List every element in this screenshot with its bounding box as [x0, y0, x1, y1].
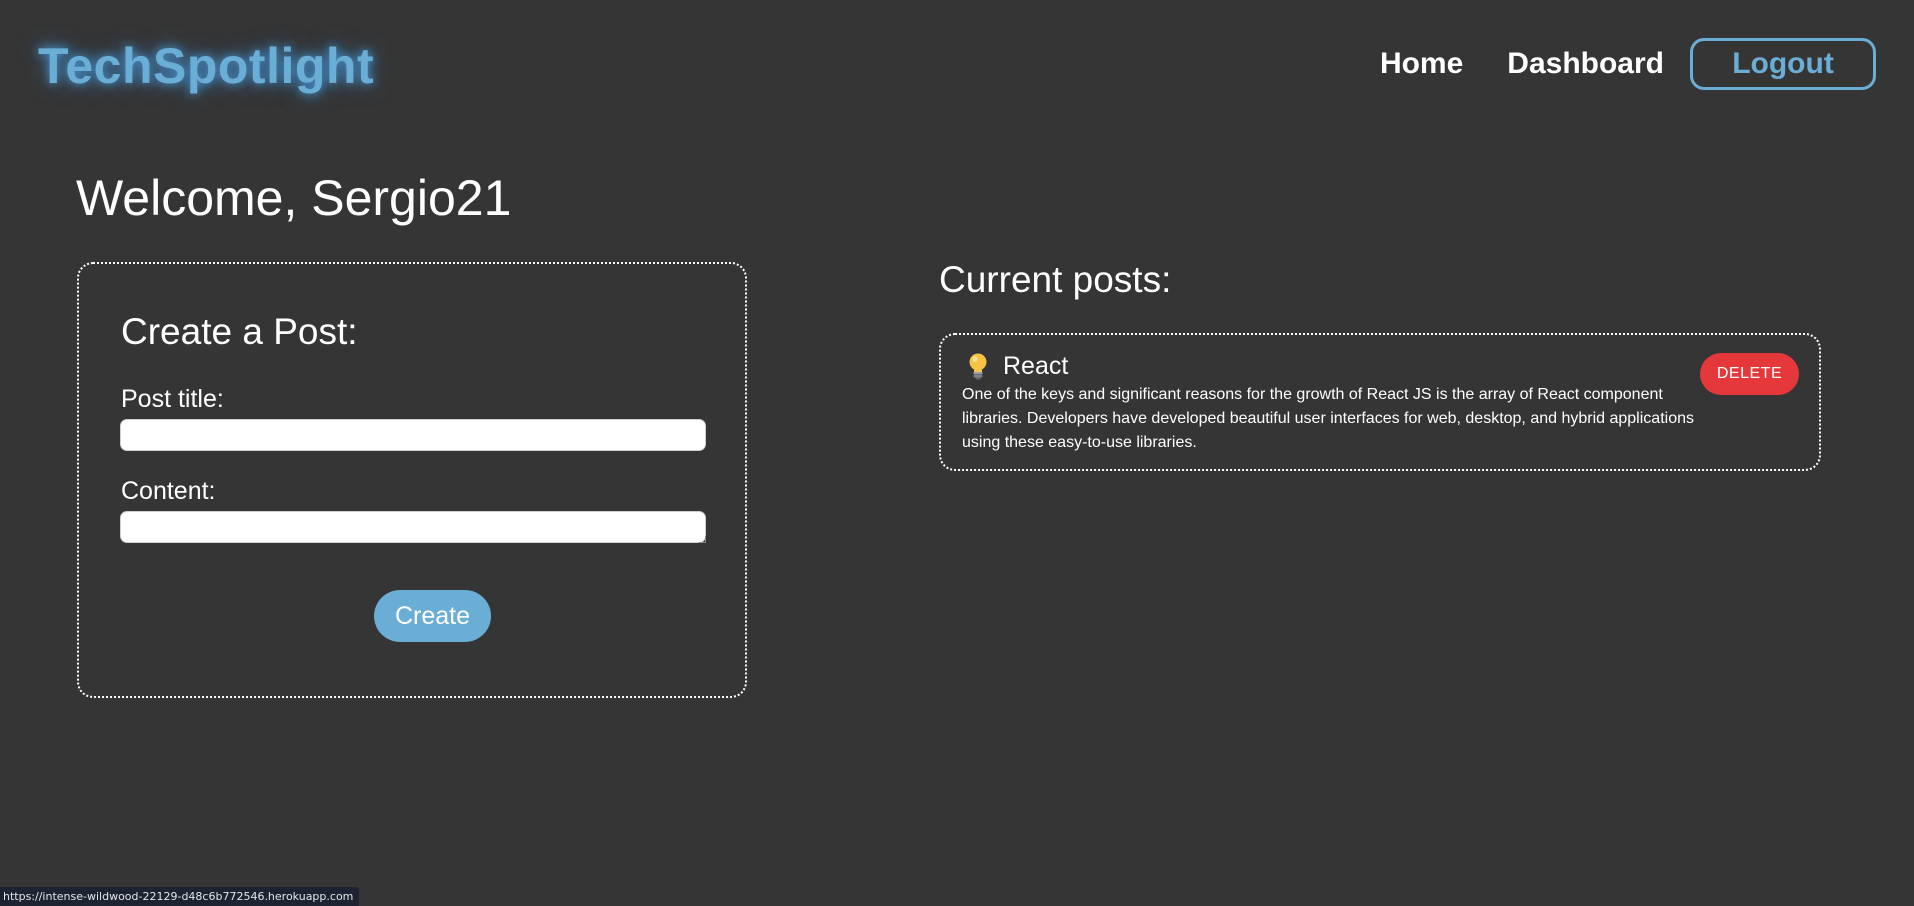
resize-grip-icon[interactable]: [699, 536, 706, 543]
create-button[interactable]: Create: [374, 590, 491, 642]
delete-post-button[interactable]: DELETE: [1700, 353, 1799, 395]
lightbulb-icon: [969, 353, 987, 380]
dashboard-page: TechSpotlight Home Dashboard Logout Welc…: [0, 0, 1914, 906]
nav-home-link[interactable]: Home: [1380, 38, 1463, 90]
brand-logo[interactable]: TechSpotlight: [38, 36, 374, 96]
post-title-label: Post title:: [121, 385, 224, 413]
nav-dashboard-link[interactable]: Dashboard: [1507, 38, 1664, 90]
logout-button[interactable]: Logout: [1690, 38, 1876, 90]
status-bar-url: https://intense-wildwood-22129-d48c6b772…: [0, 887, 360, 906]
create-post-title: Create a Post:: [121, 311, 358, 352]
current-posts-heading: Current posts:: [939, 259, 1172, 300]
create-post-card: Create a Post: Post title: Content: Crea…: [77, 262, 747, 698]
content-textarea[interactable]: [120, 511, 706, 543]
post-title-input[interactable]: [120, 419, 706, 451]
post-content: One of the keys and significant reasons …: [962, 386, 1694, 451]
welcome-heading: Welcome, Sergio21: [76, 170, 512, 226]
post-card: React One of the keys and significant re…: [939, 333, 1821, 471]
content-label: Content:: [121, 477, 216, 505]
main-nav: Home Dashboard Logout: [1380, 38, 1876, 90]
post-header: React: [967, 351, 1068, 381]
post-title: React: [1003, 352, 1069, 380]
